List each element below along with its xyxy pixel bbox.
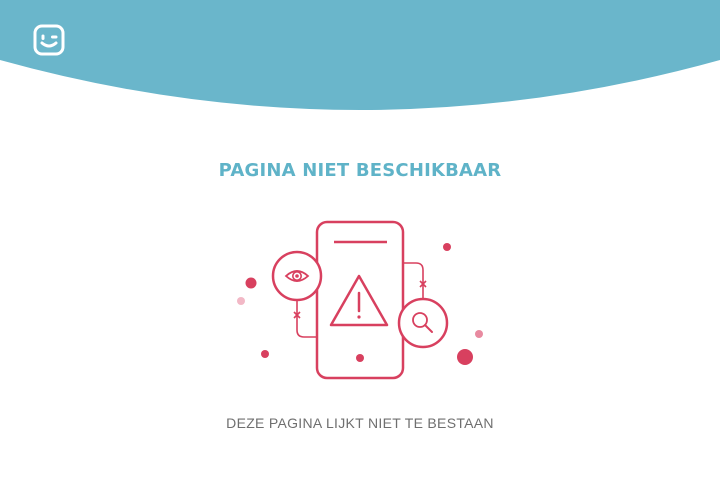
- magnifier-icon: [397, 297, 449, 349]
- eye-icon: [271, 250, 323, 302]
- error-page: PAGINA NIET BESCHIKBAAR DEZE PAGINA LIJK…: [0, 0, 720, 480]
- header-wave: [0, 0, 720, 110]
- page-subtitle: DEZE PAGINA LIJKT NIET TE BESTAAN: [226, 415, 494, 431]
- smiley-wink-icon[interactable]: [33, 24, 65, 56]
- broken-phone-illustration: [237, 220, 483, 380]
- page-title: PAGINA NIET BESCHIKBAAR: [218, 160, 502, 181]
